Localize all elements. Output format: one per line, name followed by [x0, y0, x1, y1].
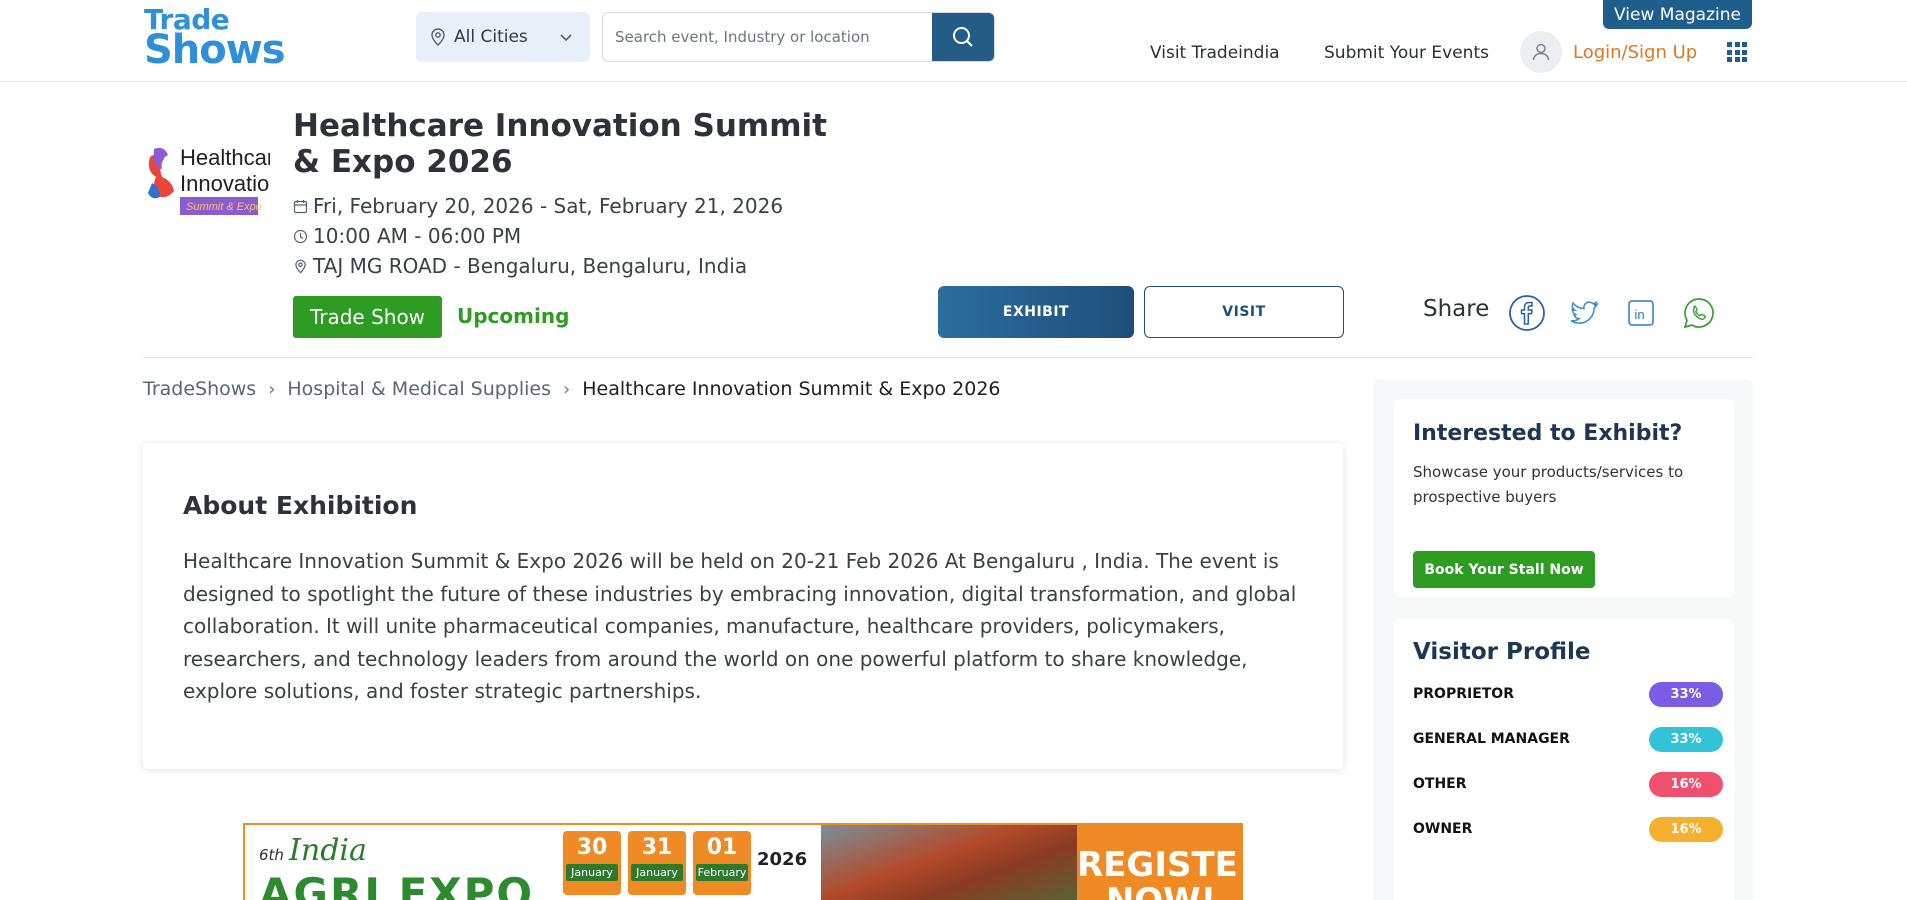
interested-to-exhibit-card: Interested to Exhibit? Showcase your pro… — [1394, 399, 1734, 597]
percentage-badge: 16% — [1649, 771, 1723, 797]
svg-text:Healthcare: Healthcare — [180, 145, 270, 170]
event-venue: TAJ MG ROAD - Bengaluru, Bengaluru, Indi… — [293, 254, 747, 278]
banner-date: 01 February — [693, 831, 751, 895]
banner-date: 30 January — [563, 831, 621, 895]
visitor-profile-row: OWNER 16% — [1413, 816, 1723, 842]
banner-register-now: REGISTER NOW! — [1077, 825, 1241, 900]
view-magazine-button[interactable]: View Magazine — [1603, 0, 1752, 29]
user-icon — [1532, 43, 1550, 61]
banner-date: 31 January — [628, 831, 686, 895]
site-header: Trade Shows All Cities View Magazine Vis… — [0, 0, 1907, 82]
share-label: Share — [1423, 296, 1490, 322]
percentage-badge: 33% — [1649, 681, 1723, 707]
linkedin-icon: in — [1628, 300, 1654, 326]
calendar-icon — [293, 199, 308, 213]
location-pin-icon — [295, 259, 306, 274]
facebook-icon — [1509, 295, 1545, 331]
right-sidebar: Interested to Exhibit? Showcase your pro… — [1373, 379, 1753, 900]
visitor-profile-row: OTHER 16% — [1413, 771, 1723, 797]
twitter-icon — [1570, 300, 1599, 324]
about-exhibition-card: About Exhibition Healthcare Innovation S… — [143, 443, 1343, 769]
visitor-profile-card: Visitor Profile PROPRIETOR 33% GENERAL M… — [1394, 619, 1734, 900]
event-time: 10:00 AM - 06:00 PM — [293, 224, 521, 248]
agri-expo-banner-ad[interactable]: 6th India AGRI EXPO 30 January 31 Januar… — [243, 823, 1243, 900]
visitor-profile-row: PROPRIETOR 33% — [1413, 681, 1723, 707]
svg-text:Innovation: Innovation — [180, 171, 270, 196]
login-signup-link[interactable]: Login/Sign Up — [1573, 42, 1697, 63]
apps-grid-icon[interactable] — [1727, 42, 1747, 62]
banner-title: 6th India — [259, 833, 367, 868]
exhibit-card-text: Showcase your products/services to prosp… — [1413, 463, 1684, 506]
event-status: Upcoming — [457, 304, 570, 328]
event-time-text: 10:00 AM - 06:00 PM — [313, 224, 522, 248]
visit-tradeindia-link[interactable]: Visit Tradeindia — [1150, 43, 1280, 63]
city-select[interactable]: All Cities — [416, 12, 590, 62]
breadcrumb: TradeShows › Hospital & Medical Supplies… — [143, 378, 1001, 400]
location-pin-icon — [431, 28, 445, 46]
whatsapp-icon — [1683, 298, 1714, 329]
visit-button[interactable]: VISIT — [1144, 286, 1344, 338]
banner-agri-expo: AGRI EXPO — [259, 869, 535, 900]
search-bar — [602, 12, 995, 62]
about-text: Healthcare Innovation Summit & Expo 2026… — [183, 549, 1297, 703]
visitor-profile-heading: Visitor Profile — [1413, 639, 1591, 665]
chevron-right-icon: › — [268, 378, 276, 400]
breadcrumb-category[interactable]: Hospital & Medical Supplies — [287, 378, 551, 400]
submit-events-link[interactable]: Submit Your Events — [1324, 43, 1489, 63]
svg-text:in: in — [1635, 307, 1645, 322]
breadcrumb-tradeshows[interactable]: TradeShows — [143, 378, 256, 400]
book-stall-button[interactable]: Book Your Stall Now — [1413, 551, 1595, 588]
about-heading: About Exhibition — [183, 491, 418, 520]
logo-text-shows: Shows — [144, 27, 286, 73]
breadcrumb-current: Healthcare Innovation Summit & Expo 2026 — [582, 378, 1001, 400]
svg-text:Summit & Expo: Summit & Expo — [186, 201, 262, 213]
whatsapp-share-button[interactable] — [1680, 294, 1718, 332]
linkedin-share-button[interactable]: in — [1622, 294, 1660, 332]
event-type-tag: Trade Show — [293, 296, 442, 338]
twitter-share-button[interactable] — [1565, 294, 1603, 332]
event-date-text: Fri, February 20, 2026 - Sat, February 2… — [313, 194, 784, 218]
event-title: Healthcare Innovation Summit & Expo 2026 — [293, 108, 827, 180]
exhibit-button[interactable]: EXHIBIT — [938, 286, 1134, 338]
banner-machinery-image — [821, 825, 1077, 900]
event-logo: Healthcare Innovation Summit & Expo — [148, 145, 270, 215]
tradeshows-logo[interactable]: Trade Shows — [144, 6, 286, 73]
city-select-value: All Cities — [454, 27, 528, 47]
facebook-share-button[interactable] — [1508, 294, 1546, 332]
event-venue-text: TAJ MG ROAD - Bengaluru, Bengaluru, Indi… — [313, 254, 748, 278]
user-avatar[interactable] — [1520, 31, 1562, 73]
search-icon — [953, 27, 973, 47]
section-divider — [143, 357, 1753, 358]
search-input[interactable] — [603, 13, 934, 61]
banner-year: 2026 — [757, 849, 808, 870]
clock-icon — [293, 229, 308, 243]
percentage-badge: 16% — [1649, 816, 1723, 842]
chevron-down-icon — [560, 34, 572, 42]
event-date: Fri, February 20, 2026 - Sat, February 2… — [293, 194, 783, 218]
chevron-right-icon: › — [563, 378, 571, 400]
percentage-badge: 33% — [1649, 726, 1723, 752]
search-button[interactable] — [932, 13, 994, 61]
visitor-profile-row: GENERAL MANAGER 33% — [1413, 726, 1723, 752]
exhibit-card-heading: Interested to Exhibit? — [1413, 421, 1683, 446]
